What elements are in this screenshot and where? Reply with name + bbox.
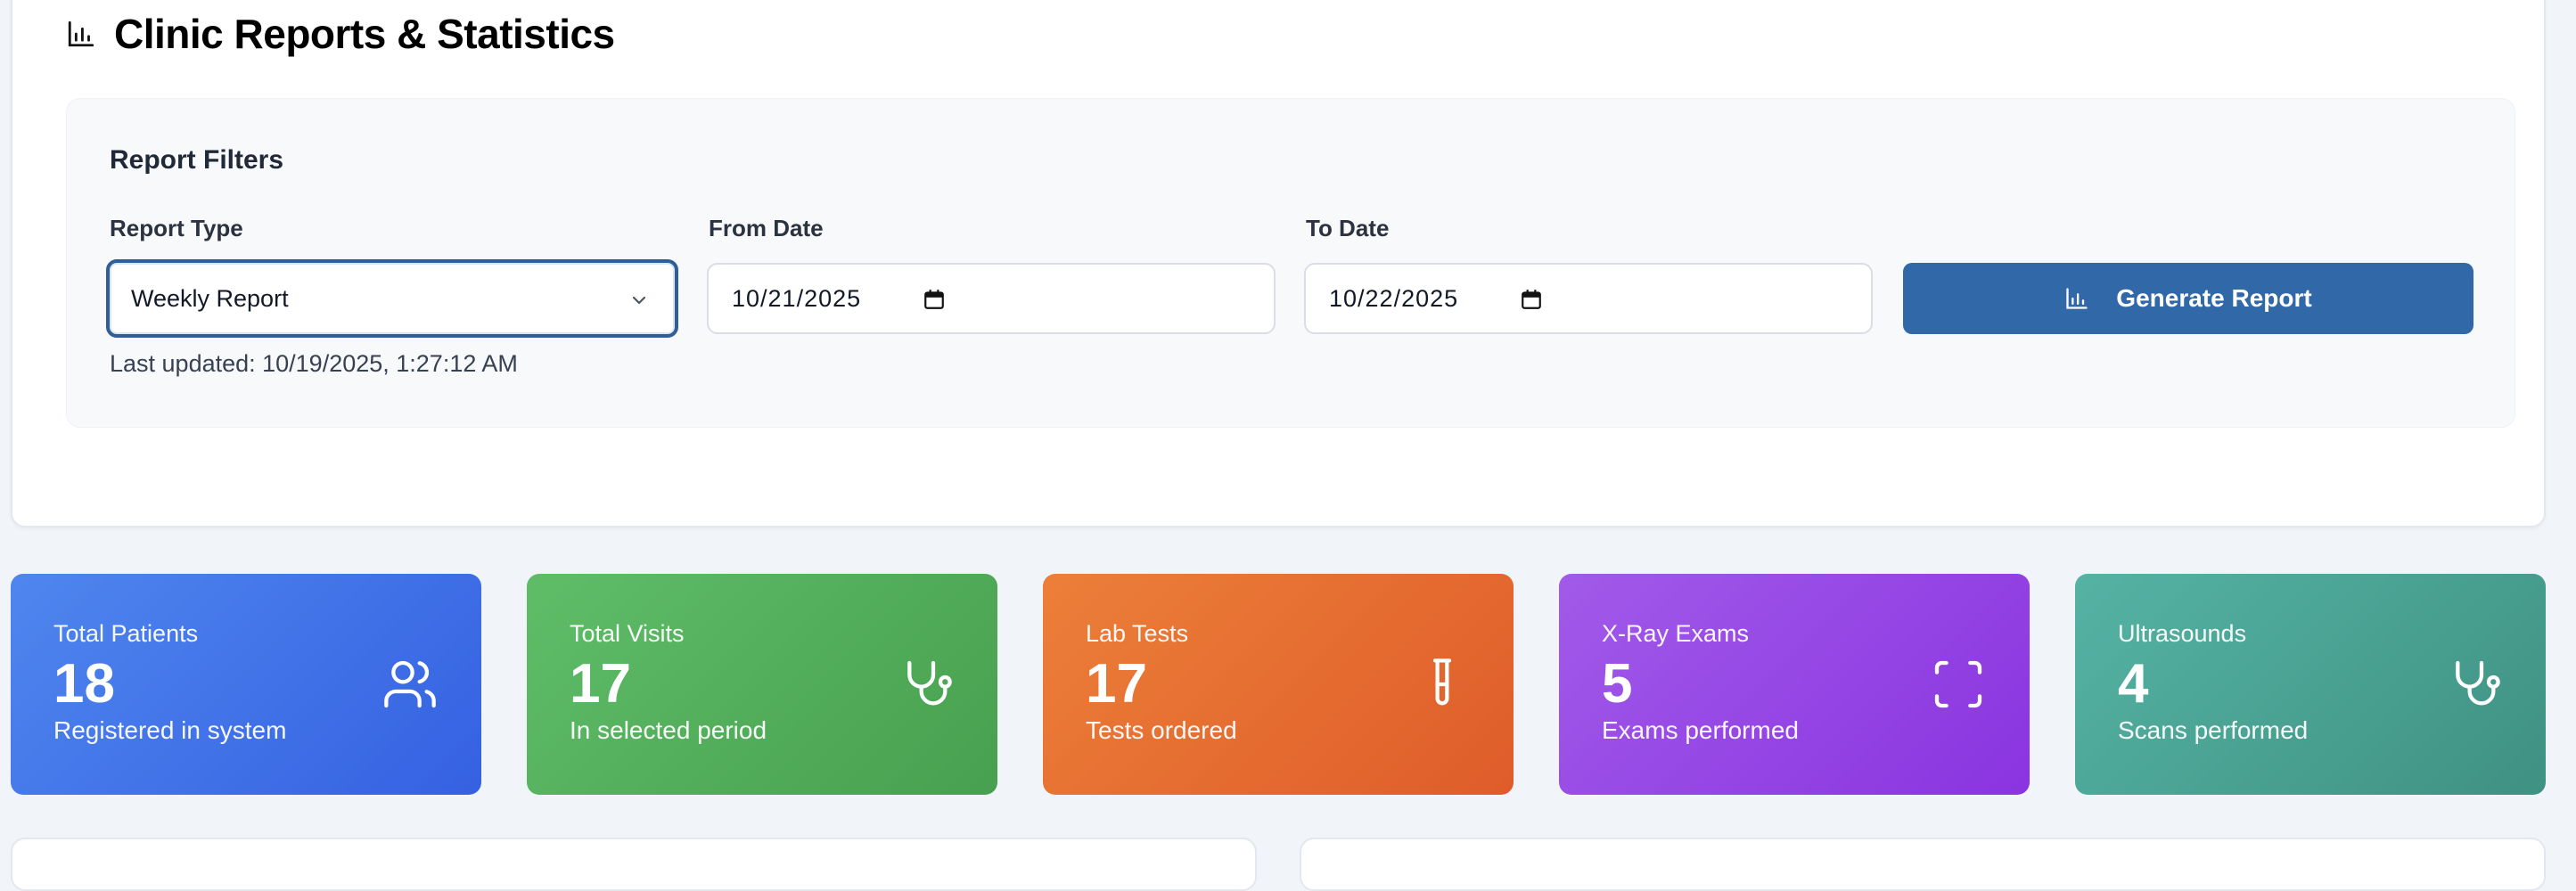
- stat-card-ultrasounds: Ultrasounds 4 Scans performed: [2075, 574, 2546, 795]
- generate-report-label: Generate Report: [2116, 284, 2312, 312]
- bar-chart-icon: [2066, 288, 2088, 309]
- stat-label: Ultrasounds: [2118, 620, 2247, 647]
- report-type-label: Report Type: [110, 215, 243, 241]
- stat-subtitle: Scans performed: [2118, 716, 2309, 744]
- stethoscope-icon: [2456, 660, 2500, 706]
- stat-subtitle: Tests ordered: [1086, 716, 1237, 744]
- report-header-card: Clinic Reports & Statistics Report Filte…: [11, 0, 2546, 527]
- page-title: Clinic Reports & Statistics: [66, 7, 615, 61]
- stat-card-xray-exams: X-Ray Exams 5 Exams performed: [1559, 574, 2030, 795]
- report-type-select[interactable]: Weekly Report: [106, 259, 678, 338]
- filters-heading: Report Filters: [110, 145, 284, 175]
- calendar-icon[interactable]: [1520, 288, 1543, 311]
- stat-value: 5: [1602, 653, 1633, 715]
- stat-card-total-visits: Total Visits 17 In selected period: [527, 574, 997, 795]
- stat-subtitle: Exams performed: [1602, 716, 1799, 744]
- bar-chart-icon: [68, 20, 94, 47]
- generate-report-button[interactable]: Generate Report: [1903, 263, 2473, 334]
- stat-subtitle: In selected period: [570, 716, 767, 744]
- stat-label: X-Ray Exams: [1602, 620, 1750, 647]
- stat-value: 17: [1086, 653, 1147, 715]
- users-icon: [384, 660, 436, 708]
- report-type-value: Weekly Report: [131, 284, 289, 312]
- from-date-input[interactable]: 10/21/2025: [707, 263, 1276, 334]
- to-date-input[interactable]: 10/22/2025: [1304, 263, 1873, 334]
- report-filters-panel: Report Filters Report Type From Date To …: [66, 98, 2515, 428]
- stat-value: 18: [53, 653, 115, 715]
- scan-icon: [1934, 660, 1982, 708]
- stat-label: Total Visits: [570, 620, 685, 647]
- last-updated-text: Last updated: 10/19/2025, 1:27:12 AM: [110, 350, 518, 377]
- stat-label: Lab Tests: [1086, 620, 1189, 647]
- stethoscope-icon: [907, 660, 952, 706]
- from-date-value: 10/21/2025: [732, 284, 862, 312]
- bottom-panel-left: [11, 838, 1257, 891]
- bottom-panel-right: [1300, 838, 2546, 891]
- calendar-icon[interactable]: [923, 288, 946, 311]
- stat-value: 17: [570, 653, 631, 715]
- stat-card-lab-tests: Lab Tests 17 Tests ordered: [1043, 574, 1514, 795]
- stat-value: 4: [2118, 653, 2149, 715]
- stat-label: Total Patients: [53, 620, 199, 647]
- chevron-down-icon: [632, 296, 646, 305]
- test-tube-icon: [1432, 658, 1452, 706]
- to-date-value: 10/22/2025: [1329, 284, 1459, 312]
- to-date-label: To Date: [1306, 215, 1390, 241]
- page-title-text: Clinic Reports & Statistics: [114, 11, 615, 57]
- stat-card-total-patients: Total Patients 18 Registered in system: [11, 574, 481, 795]
- from-date-label: From Date: [709, 215, 824, 241]
- stat-subtitle: Registered in system: [53, 716, 287, 744]
